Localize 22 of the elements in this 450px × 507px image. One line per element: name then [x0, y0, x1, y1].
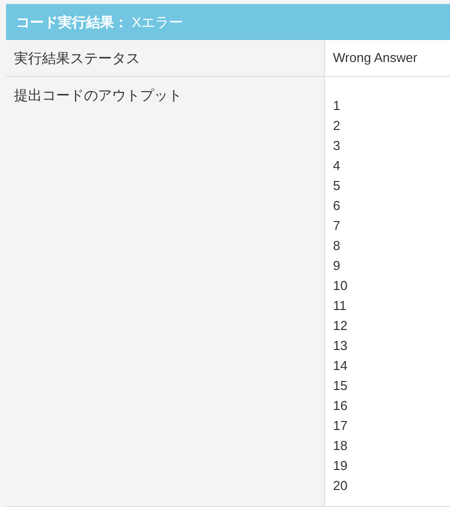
- output-line: 10: [333, 277, 348, 295]
- output-line: 13: [333, 337, 348, 355]
- output-line: 19: [333, 457, 348, 475]
- output-line: 16: [333, 397, 348, 415]
- output-line: 17: [333, 417, 348, 435]
- output-line: 3: [333, 137, 342, 155]
- output-line: 6: [333, 197, 342, 215]
- output-line: 1: [333, 97, 342, 115]
- output-line: 18: [333, 437, 348, 455]
- output-line: 9: [333, 257, 342, 275]
- output-line: 15: [333, 377, 348, 395]
- result-header: コード実行結果： Xエラー: [6, 4, 450, 40]
- output-line: 4: [333, 157, 342, 175]
- output-line: 12: [333, 317, 348, 335]
- output-line: 14: [333, 357, 348, 375]
- output-line: 20: [333, 477, 348, 495]
- status-value: Wrong Answer: [333, 50, 418, 65]
- output-line: 11: [333, 297, 348, 315]
- output-line: 2: [333, 117, 342, 135]
- output-line: 7: [333, 217, 342, 235]
- output-line: 5: [333, 177, 342, 195]
- output-line: 8: [333, 237, 342, 255]
